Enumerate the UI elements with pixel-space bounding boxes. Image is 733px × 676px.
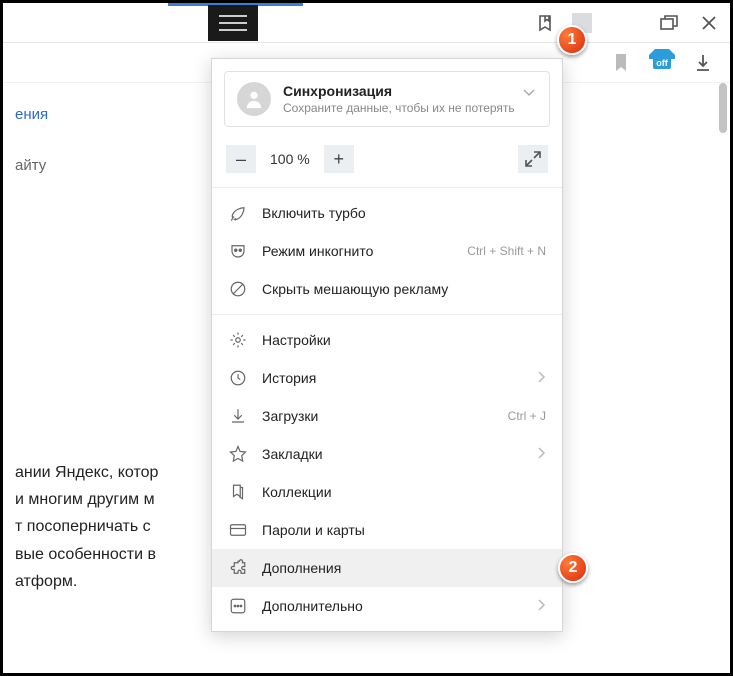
callout-badge-1: 1 <box>557 25 587 55</box>
zoom-in-button[interactable]: + <box>324 145 354 173</box>
chevron-right-icon <box>538 598 546 614</box>
menu-downloads[interactable]: Загрузки Ctrl + J <box>212 397 562 435</box>
mask-icon <box>228 241 248 261</box>
divider <box>212 187 562 188</box>
menu-bookmarks[interactable]: Закладки <box>212 435 562 473</box>
menu-label: Загрузки <box>262 408 318 424</box>
link-fragment[interactable]: ения <box>3 101 213 128</box>
menu-passwords[interactable]: Пароли и карты <box>212 511 562 549</box>
menu-addons[interactable]: Дополнения <box>212 549 562 587</box>
browser-topbar <box>3 3 730 43</box>
divider <box>212 314 562 315</box>
avatar-icon <box>237 82 271 116</box>
off-badge-label: off <box>653 57 671 69</box>
bookmark-flag-icon[interactable] <box>536 14 554 32</box>
scrollbar-thumb[interactable] <box>719 83 727 133</box>
zoom-value: 100 % <box>262 151 318 167</box>
menu-label: Настройки <box>262 332 331 348</box>
zoom-controls: – 100 % + <box>212 137 562 181</box>
text-fragment: айту <box>3 152 213 179</box>
rocket-icon <box>228 203 248 223</box>
menu-incognito[interactable]: Режим инкогнито Ctrl + Shift + N <box>212 232 562 270</box>
menu-label: Пароли и карты <box>262 522 365 538</box>
menu-label: Скрыть мешающую рекламу <box>262 281 448 297</box>
extension-off-badge-icon[interactable]: off <box>648 52 676 74</box>
windows-icon[interactable] <box>660 14 678 32</box>
history-icon <box>228 368 248 388</box>
tab-hamburger-icon[interactable] <box>208 5 258 41</box>
download-icon[interactable] <box>694 54 712 72</box>
card-icon <box>228 520 248 540</box>
menu-label: Дополнительно <box>262 598 363 614</box>
menu-label: Режим инкогнито <box>262 243 373 259</box>
main-menu-dropdown: Синхронизация Сохраните данные, чтобы их… <box>211 58 563 632</box>
more-icon <box>228 596 248 616</box>
menu-label: Закладки <box>262 446 323 462</box>
puzzle-icon <box>228 558 248 578</box>
collections-icon <box>228 482 248 502</box>
menu-label: Дополнения <box>262 560 341 576</box>
shortcut-label: Ctrl + Shift + N <box>467 244 546 258</box>
menu-turbo[interactable]: Включить турбо <box>212 194 562 232</box>
menu-hide-ads[interactable]: Скрыть мешающую рекламу <box>212 270 562 308</box>
menu-history[interactable]: История <box>212 359 562 397</box>
sync-subtitle: Сохраните данные, чтобы их не потерять <box>283 101 515 115</box>
menu-settings[interactable]: Настройки <box>212 321 562 359</box>
block-icon <box>228 279 248 299</box>
fullscreen-button[interactable] <box>518 145 548 173</box>
chevron-right-icon <box>538 446 546 462</box>
zoom-out-button[interactable]: – <box>226 145 256 173</box>
para-line: атформ. <box>15 568 213 595</box>
chevron-down-icon <box>523 84 535 102</box>
sync-card[interactable]: Синхронизация Сохраните данные, чтобы их… <box>224 71 550 127</box>
menu-label: Коллекции <box>262 484 332 500</box>
para-line: и многим другим м <box>15 486 213 513</box>
menu-more[interactable]: Дополнительно <box>212 587 562 625</box>
para-line: т посоперничать с <box>15 513 213 540</box>
shortcut-label: Ctrl + J <box>508 409 546 423</box>
close-icon[interactable] <box>700 14 718 32</box>
bookmark-ribbon-icon[interactable] <box>612 54 630 72</box>
menu-label: Включить турбо <box>262 205 366 221</box>
menu-collections[interactable]: Коллекции <box>212 473 562 511</box>
para-line: ании Яндекс, котор <box>15 459 213 486</box>
star-icon <box>228 444 248 464</box>
chevron-right-icon <box>538 370 546 386</box>
page-background-text: ения айту ании Яндекс, котор и многим др… <box>3 83 213 595</box>
callout-badge-2: 2 <box>558 553 588 583</box>
gear-icon <box>228 330 248 350</box>
menu-label: История <box>262 370 316 386</box>
sync-title: Синхронизация <box>283 83 515 99</box>
download-icon <box>228 406 248 426</box>
para-line: вые особенности в <box>15 541 213 568</box>
